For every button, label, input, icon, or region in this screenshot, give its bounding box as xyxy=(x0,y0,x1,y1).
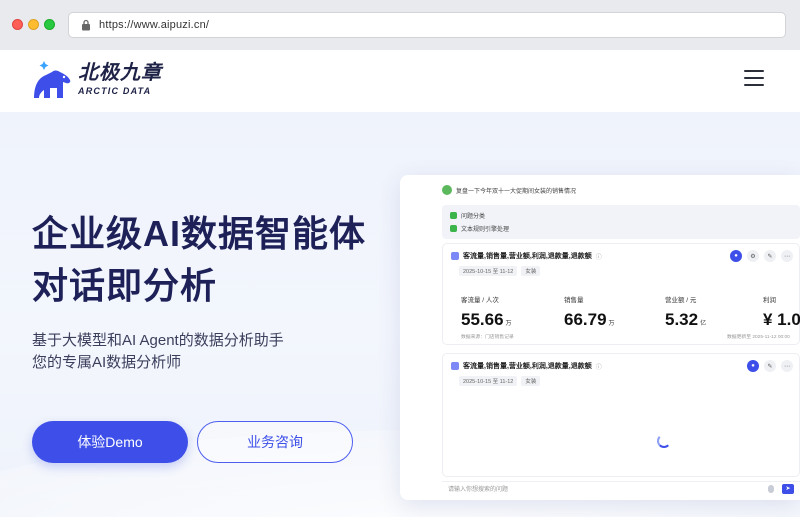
step-label: 文本规则引擎处理 xyxy=(461,227,510,233)
hero-subtitle-line-1: 基于大模型和AI Agent的数据分析助手 xyxy=(32,332,284,349)
more-icon[interactable]: ⋯ xyxy=(781,250,793,262)
hero-title-line-2: 对话即分析 xyxy=(32,265,218,306)
send-icon[interactable]: ➤ xyxy=(782,483,794,494)
polar-bear-logo-icon xyxy=(30,56,76,102)
date-range-pill: 2025-10-15 至 11-12 xyxy=(459,376,518,386)
user-question: 复盘一下今年双十一大促期间女装的销售情况 xyxy=(442,185,576,195)
question-text: 复盘一下今年双十一大促期间女装的销售情况 xyxy=(456,188,577,195)
loading-spinner-icon xyxy=(657,434,671,448)
business-consult-button[interactable]: 业务咨询 xyxy=(197,421,353,463)
logo-english-name: ARCTIC DATA xyxy=(78,86,152,96)
hero-title: 企业级AI数据智能体 对话即分析 xyxy=(32,208,366,312)
hero-title-line-1: 企业级AI数据智能体 xyxy=(32,213,367,254)
demo-preview-panel: 复盘一下今年双十一大促期间女装的销售情况 问题分类 文本规则引擎处理 客流量,销… xyxy=(400,175,800,500)
metric-item: 客流量 / 人次 55.66 万 xyxy=(461,294,512,330)
microphone-icon[interactable] xyxy=(768,484,774,493)
chart-icon xyxy=(451,252,459,260)
category-pill: 女装 xyxy=(521,266,541,276)
input-placeholder: 请输入你想搜索的问题 xyxy=(448,487,509,493)
close-window-button[interactable] xyxy=(12,19,23,30)
try-demo-button[interactable]: 体验Demo xyxy=(32,421,188,463)
metric-unit: 亿 xyxy=(700,321,707,327)
address-bar[interactable]: https://www.aipuzi.cn/ xyxy=(68,12,786,38)
metric-unit: 万 xyxy=(608,321,615,327)
question-input[interactable]: 请输入你想搜索的问题 ➤ xyxy=(442,481,800,495)
chart-icon xyxy=(451,362,459,370)
more-icon[interactable]: ⋯ xyxy=(781,360,793,372)
website: 北极九章 ARCTIC DATA 企业级AI数据智能体 对话即分析 基于大模型和… xyxy=(0,50,800,517)
result-card-loading: 客流量,销售量,营业额,利润,退款量,退款额 ⓘ 2025-10-15 至 11… xyxy=(442,353,800,477)
metric-label: 客流量 / 人次 xyxy=(461,297,499,304)
result-card: 客流量,销售量,营业额,利润,退款量,退款额 ⓘ 2025-10-15 至 11… xyxy=(442,243,800,345)
hero-subtitle-line-2: 您的专属AI数据分析师 xyxy=(32,354,182,371)
date-range-pill: 2025-10-15 至 11-12 xyxy=(459,266,518,276)
info-icon: ⓘ xyxy=(595,254,602,261)
info-icon: ⓘ xyxy=(595,364,602,371)
category-pill: 女装 xyxy=(521,376,541,386)
result-title: 客流量,销售量,营业额,利润,退款量,退款额 xyxy=(463,363,592,370)
metric-unit: 万 xyxy=(505,321,512,327)
hero-subtitle: 基于大模型和AI Agent的数据分析助手 您的专属AI数据分析师 xyxy=(32,330,284,374)
logo-chinese-name: 北极九章 xyxy=(78,62,162,84)
check-icon xyxy=(450,212,457,219)
pin-icon[interactable]: ● xyxy=(730,250,742,262)
user-avatar-icon xyxy=(442,185,452,195)
pin-icon[interactable]: ● xyxy=(747,360,759,372)
step-label: 问题分类 xyxy=(461,214,486,220)
metric-label: 销售量 xyxy=(564,297,584,304)
site-logo[interactable]: 北极九章 ARCTIC DATA xyxy=(30,56,162,102)
minimize-window-button[interactable] xyxy=(28,19,39,30)
metric-value: 5.32 xyxy=(665,310,699,329)
metric-value: 66.79 xyxy=(564,310,607,329)
check-icon xyxy=(450,225,457,232)
edit-icon[interactable]: ✎ xyxy=(764,360,776,372)
metric-label: 营业额 / 元 xyxy=(665,297,697,304)
metric-label: 利润 xyxy=(763,297,776,304)
site-navbar: 北极九章 ARCTIC DATA xyxy=(0,50,800,112)
step-item: 问题分类 xyxy=(450,209,792,222)
lock-icon xyxy=(79,18,93,32)
data-source-note: 数据来源：门店销售记录 xyxy=(461,335,514,340)
metric-item: 营业额 / 元 5.32 亿 xyxy=(665,294,706,330)
metric-value: ¥ 1.0 xyxy=(763,310,800,329)
hamburger-menu-icon[interactable] xyxy=(744,70,764,86)
browser-chrome: https://www.aipuzi.cn/ xyxy=(0,0,800,50)
data-updated-note: 数据更新至 2025-11-12 00:00 xyxy=(727,335,790,340)
step-item: 文本规则引擎处理 xyxy=(450,222,792,235)
edit-icon[interactable]: ✎ xyxy=(764,250,776,262)
result-title: 客流量,销售量,营业额,利润,退款量,退款额 xyxy=(463,253,592,260)
maximize-window-button[interactable] xyxy=(44,19,55,30)
url-text: https://www.aipuzi.cn/ xyxy=(99,19,210,31)
processing-steps: 问题分类 文本规则引擎处理 xyxy=(442,205,800,239)
settings-icon[interactable]: ⚙ xyxy=(747,250,759,262)
metric-item: 销售量 66.79 万 xyxy=(564,294,615,330)
metric-item: 利润 ¥ 1.0 xyxy=(763,294,800,330)
metric-value: 55.66 xyxy=(461,310,504,329)
